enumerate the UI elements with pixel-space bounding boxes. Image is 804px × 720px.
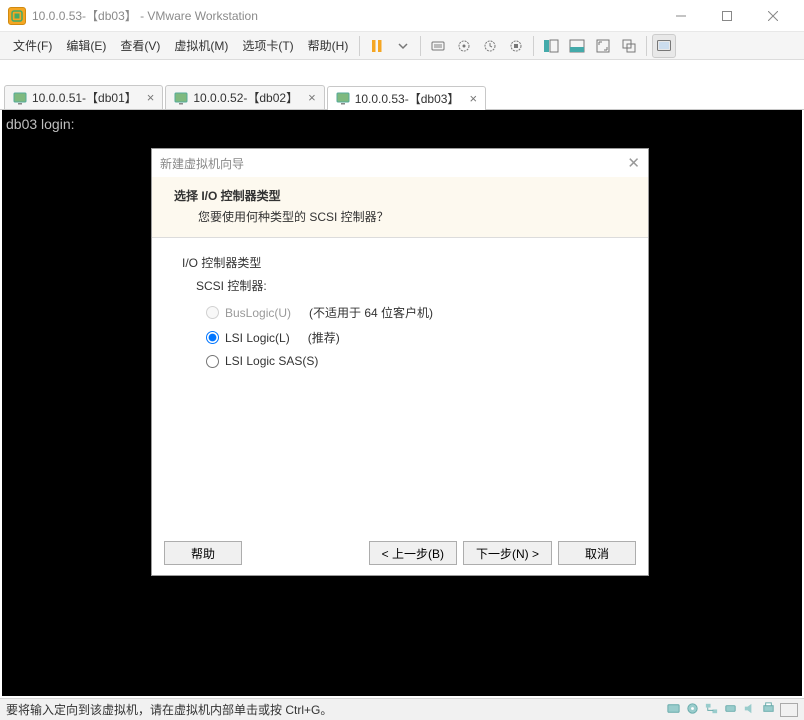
- menu-help[interactable]: 帮助(H): [301, 33, 356, 58]
- vm-tab-db02[interactable]: 10.0.0.52-【db02】 ×: [165, 85, 324, 109]
- snapshot-manager-button[interactable]: [504, 34, 528, 58]
- dialog-headline: 选择 I/O 控制器类型: [174, 187, 626, 204]
- tab-close-icon[interactable]: ×: [308, 90, 316, 105]
- sound-icon[interactable]: [742, 701, 757, 719]
- radio-buslogic-input: [206, 306, 219, 319]
- radio-lsi-logic-input[interactable]: [206, 331, 219, 344]
- pause-button[interactable]: [365, 34, 389, 58]
- display-icon[interactable]: [780, 703, 798, 717]
- cancel-button[interactable]: 取消: [558, 541, 636, 565]
- radio-lsi-logic-sas[interactable]: LSI Logic SAS(S): [182, 350, 618, 372]
- dialog-banner: 选择 I/O 控制器类型 您要使用何种类型的 SCSI 控制器？: [152, 177, 648, 238]
- back-button[interactable]: < 上一步(B): [369, 541, 457, 565]
- menu-edit[interactable]: 编辑(E): [59, 33, 113, 58]
- thumbnail-button[interactable]: [565, 34, 589, 58]
- status-bar: 要将输入定向到该虚拟机，请在虚拟机内部单击或按 Ctrl+G。: [0, 698, 804, 720]
- menu-vm[interactable]: 虚拟机(M): [167, 33, 235, 58]
- vm-icon: [174, 91, 188, 105]
- device-tray: [666, 701, 798, 719]
- radio-label: BusLogic(U): [225, 306, 291, 320]
- tab-close-icon[interactable]: ×: [147, 90, 155, 105]
- printer-icon[interactable]: [761, 701, 776, 719]
- dialog-body: I/O 控制器类型 SCSI 控制器: BusLogic(U) (不适用于 64…: [152, 238, 648, 388]
- separator: [533, 36, 534, 56]
- radio-hint: (推荐): [308, 329, 340, 346]
- separator: [420, 36, 421, 56]
- tab-label: 10.0.0.53-【db03】: [355, 90, 460, 107]
- vm-tab-bar: 10.0.0.51-【db01】 × 10.0.0.52-【db02】 × 10…: [0, 82, 804, 110]
- send-ctrl-alt-del-button[interactable]: [426, 34, 450, 58]
- usb-icon[interactable]: [723, 701, 738, 719]
- menu-view[interactable]: 查看(V): [113, 33, 167, 58]
- radio-buslogic: BusLogic(U) (不适用于 64 位客户机): [182, 300, 618, 325]
- console-view-button[interactable]: [652, 34, 676, 58]
- fullscreen-button[interactable]: [591, 34, 615, 58]
- unity-button[interactable]: [617, 34, 641, 58]
- radio-label: LSI Logic SAS(S): [225, 354, 318, 368]
- radio-hint: (不适用于 64 位客户机): [309, 304, 433, 321]
- separator: [359, 36, 360, 56]
- console-text: db03 login:: [6, 116, 75, 132]
- cd-icon[interactable]: [685, 701, 700, 719]
- vm-tab-db03[interactable]: 10.0.0.53-【db03】 ×: [327, 86, 486, 110]
- menu-bar: 文件(F) 编辑(E) 查看(V) 虚拟机(M) 选项卡(T) 帮助(H): [0, 32, 804, 60]
- scsi-controller-label: SCSI 控制器:: [182, 277, 618, 294]
- app-logo-icon: [8, 7, 26, 25]
- hdd-icon[interactable]: [666, 701, 681, 719]
- window-titlebar: 10.0.0.53-【db03】 - VMware Workstation: [0, 0, 804, 32]
- window-title: 10.0.0.53-【db03】 - VMware Workstation: [32, 7, 258, 24]
- vm-icon: [13, 91, 27, 105]
- help-button[interactable]: 帮助: [164, 541, 242, 565]
- status-text: 要将输入定向到该虚拟机，请在虚拟机内部单击或按 Ctrl+G。: [6, 701, 332, 718]
- minimize-button[interactable]: [658, 0, 704, 32]
- dialog-title: 新建虚拟机向导: [160, 155, 244, 172]
- radio-lsi-logic[interactable]: LSI Logic(L) (推荐): [182, 325, 618, 350]
- separator: [646, 36, 647, 56]
- menu-tabs[interactable]: 选项卡(T): [235, 33, 300, 58]
- power-dropdown[interactable]: [391, 34, 415, 58]
- new-vm-wizard-dialog: 新建虚拟机向导 ✕ 选择 I/O 控制器类型 您要使用何种类型的 SCSI 控制…: [151, 148, 649, 576]
- tab-close-icon[interactable]: ×: [469, 91, 477, 106]
- close-button[interactable]: [750, 0, 796, 32]
- dialog-footer: 帮助 < 上一步(B) 下一步(N) > 取消: [164, 541, 636, 565]
- menu-file[interactable]: 文件(F): [6, 33, 59, 58]
- tab-label: 10.0.0.52-【db02】: [193, 89, 298, 106]
- vm-tab-db01[interactable]: 10.0.0.51-【db01】 ×: [4, 85, 163, 109]
- dialog-subtext: 您要使用何种类型的 SCSI 控制器？: [174, 208, 626, 225]
- radio-label: LSI Logic(L): [225, 331, 290, 345]
- tab-label: 10.0.0.51-【db01】: [32, 89, 137, 106]
- next-button[interactable]: 下一步(N) >: [463, 541, 552, 565]
- library-toggle-button[interactable]: [539, 34, 563, 58]
- radio-lsi-logic-sas-input[interactable]: [206, 355, 219, 368]
- snapshot-button[interactable]: [452, 34, 476, 58]
- network-icon[interactable]: [704, 701, 719, 719]
- vm-icon: [336, 91, 350, 105]
- revert-snapshot-button[interactable]: [478, 34, 502, 58]
- io-controller-group-label: I/O 控制器类型: [182, 254, 618, 271]
- dialog-close-icon[interactable]: ✕: [627, 154, 640, 172]
- maximize-button[interactable]: [704, 0, 750, 32]
- dialog-titlebar: 新建虚拟机向导 ✕: [152, 149, 648, 177]
